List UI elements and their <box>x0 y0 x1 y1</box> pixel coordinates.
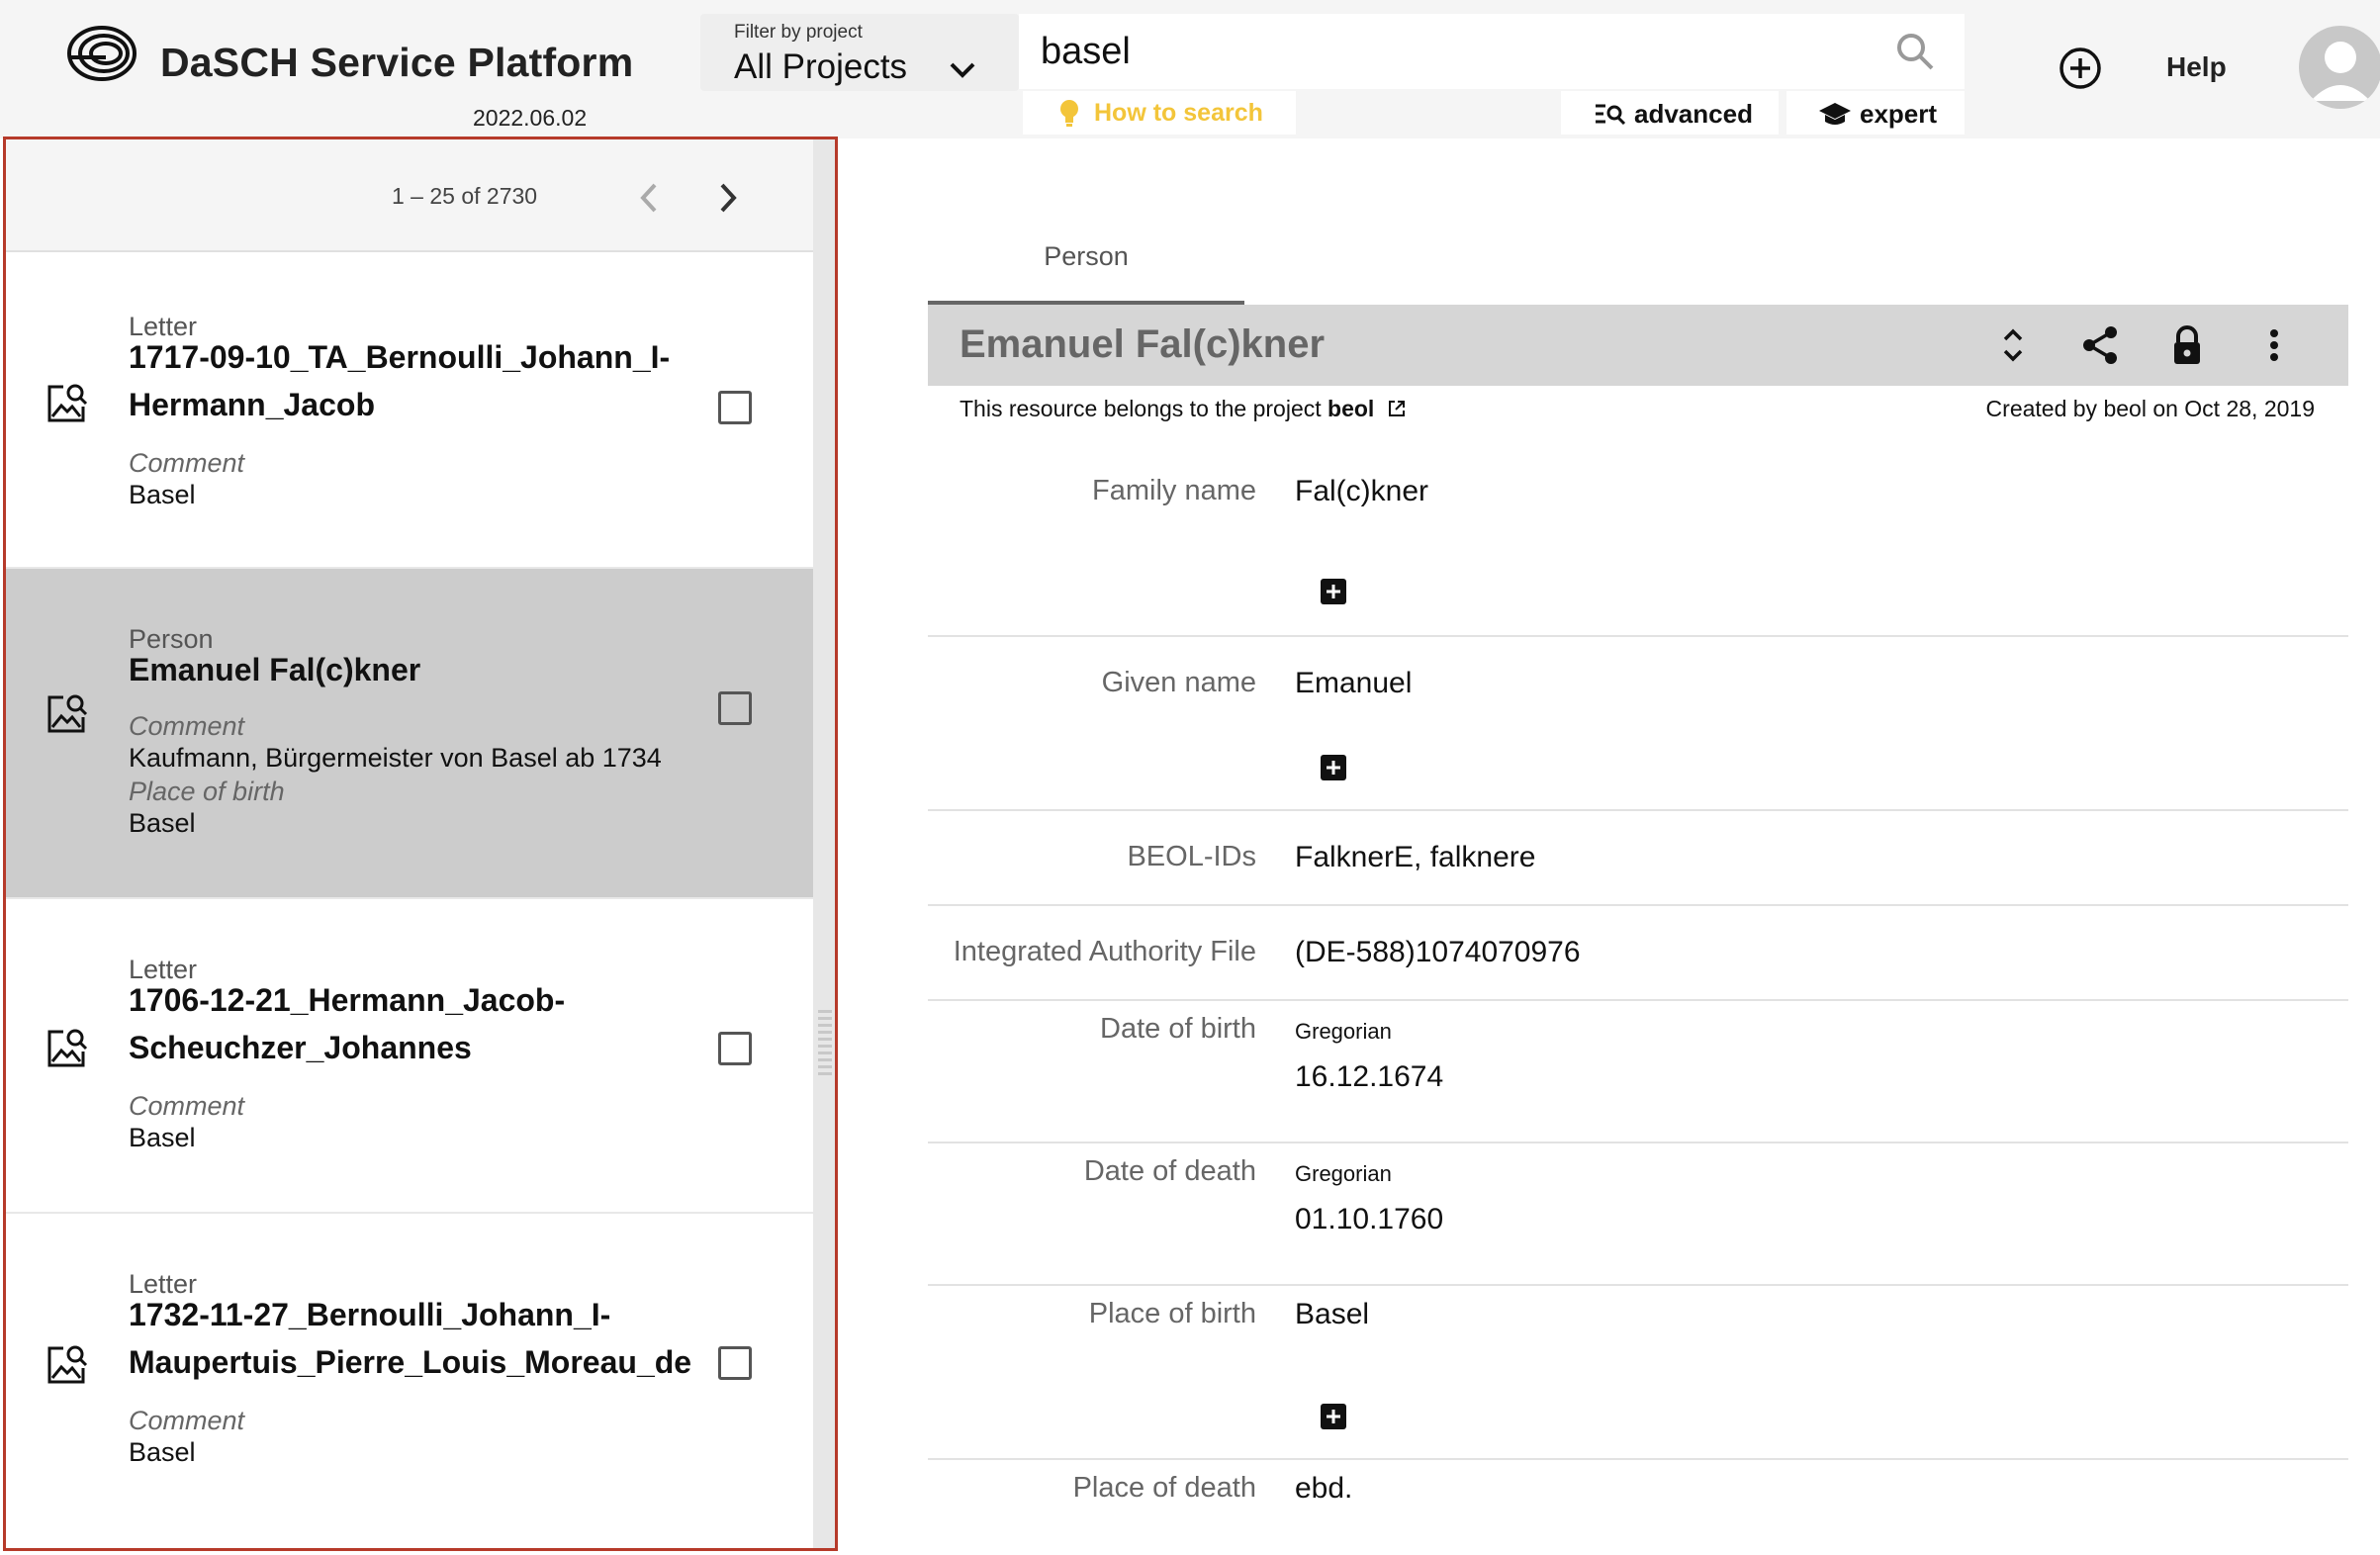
advanced-search-label: advanced <box>1634 99 1753 129</box>
result-field-label: Place of birth <box>129 777 285 806</box>
property-value[interactable]: Emanuel <box>1295 667 1412 700</box>
add-circle-icon[interactable] <box>2058 46 2103 91</box>
unfold-icon[interactable] <box>1990 322 2036 368</box>
result-field-value: Basel <box>129 1437 196 1467</box>
property-label: Date of death <box>1083 1155 1256 1187</box>
search-box <box>1019 14 1965 89</box>
property-given-name: Given name Emanuel <box>928 637 2348 811</box>
graduation-cap-icon <box>1819 103 1851 125</box>
share-icon[interactable] <box>2077 322 2123 368</box>
property-label: Place of death <box>1072 1472 1256 1504</box>
property-value[interactable]: 16.12.1674 <box>1295 1060 1443 1094</box>
help-link[interactable]: Help <box>2166 51 2227 83</box>
result-checkbox[interactable] <box>718 391 752 424</box>
property-label: Given name <box>1101 667 1256 698</box>
project-link[interactable]: beol <box>1327 396 1374 421</box>
property-date-of-birth: Date of birth Gregorian 16.12.1674 <box>928 1001 2348 1143</box>
resource-title: Emanuel Fal(c)kner <box>960 322 1326 366</box>
lightbulb-icon <box>1060 100 1078 127</box>
add-value-icon[interactable] <box>1320 754 1347 781</box>
calendar-label: Gregorian <box>1295 1019 1392 1044</box>
property-value[interactable]: Basel <box>1295 1298 1369 1331</box>
property-value[interactable]: ebd. <box>1295 1472 1352 1506</box>
advanced-search-button[interactable]: advanced <box>1561 91 1779 135</box>
result-item[interactable]: Letter 1717-09-10_TA_Bernoulli_Johann_I-… <box>6 254 815 569</box>
app-version: 2022.06.02 <box>473 105 588 131</box>
tab-person[interactable]: Person <box>928 220 1244 305</box>
property-value[interactable]: Fal(c)kner <box>1295 475 1428 508</box>
chevron-left-icon[interactable] <box>635 181 663 215</box>
tab-label: Person <box>1044 241 1129 271</box>
property-integrated-authority-file: Integrated Authority File (DE-588)107407… <box>928 906 2348 1001</box>
property-value[interactable]: FalknerE, falknere <box>1295 841 1535 874</box>
result-checkbox[interactable] <box>718 1032 752 1065</box>
property-label: BEOL-IDs <box>1127 841 1256 872</box>
result-field-label: Comment <box>129 1091 245 1121</box>
result-field-value: Basel <box>129 1123 196 1152</box>
property-family-name: Family name Fal(c)kner <box>928 441 2348 637</box>
add-value-icon[interactable] <box>1320 578 1347 605</box>
project-filter-label: Filter by project <box>734 22 863 43</box>
splitter-handle[interactable] <box>818 1010 832 1079</box>
property-value[interactable]: (DE-588)1074070976 <box>1295 936 1581 969</box>
result-title: 1732-11-27_Bernoulli_Johann_I-Maupertuis… <box>129 1297 692 1380</box>
resource-toolbar: Emanuel Fal(c)kner <box>928 305 2348 386</box>
result-item[interactable]: Person Emanuel Fal(c)kner Comment Kaufma… <box>6 569 815 899</box>
more-vert-icon[interactable] <box>2251 322 2297 368</box>
property-beol-ids: BEOL-IDs FalknerE, falknere <box>928 811 2348 906</box>
result-field-value: Kaufmann, Bürgermeister von Basel ab 173… <box>129 743 662 773</box>
pagination-range: 1 – 25 of 2730 <box>392 183 538 209</box>
property-label: Family name <box>1092 475 1256 506</box>
chevron-down-icon <box>950 62 975 78</box>
lock-icon[interactable] <box>2164 322 2210 368</box>
result-checkbox[interactable] <box>718 691 752 725</box>
project-filter-select[interactable]: Filter by project All Projects <box>700 14 1019 91</box>
result-title: 1717-09-10_TA_Bernoulli_Johann_I-Hermann… <box>129 339 671 422</box>
search-icon[interactable] <box>1893 30 1937 73</box>
advanced-search-icon <box>1596 104 1626 125</box>
resource-created-info: Created by beol on Oct 28, 2019 <box>1985 396 2315 421</box>
result-title: 1706-12-21_Hermann_Jacob-Scheuchzer_Joha… <box>129 982 566 1065</box>
open-in-new-icon[interactable] <box>1387 399 1407 418</box>
property-label: Date of birth <box>1100 1013 1256 1045</box>
chevron-right-icon[interactable] <box>714 181 742 215</box>
result-field-value: Basel <box>129 480 196 509</box>
add-value-icon[interactable] <box>1320 1403 1347 1430</box>
result-item[interactable]: Letter 1706-12-21_Hermann_Jacob-Scheuchz… <box>6 899 815 1214</box>
paginator: 1 – 25 of 2730 <box>6 139 815 252</box>
result-item[interactable]: Letter 1732-11-27_Bernoulli_Johann_I-Mau… <box>6 1214 815 1548</box>
resource-project-info: This resource belongs to the project beo… <box>960 396 1407 422</box>
image-search-icon <box>47 1029 88 1067</box>
expert-search-button[interactable]: expert <box>1786 91 1965 135</box>
dasch-logo-icon[interactable] <box>65 22 138 85</box>
results-list: 1 – 25 of 2730 Letter 1717-09-10_TA_Bern… <box>6 139 815 1548</box>
result-field-value: Basel <box>129 808 196 838</box>
result-field-label: Comment <box>129 1406 245 1435</box>
how-to-search-button[interactable]: How to search <box>1023 91 1296 135</box>
how-to-search-label: How to search <box>1094 99 1263 127</box>
project-filter-value: All Projects <box>734 47 908 86</box>
result-title: Emanuel Fal(c)kner <box>129 652 421 687</box>
image-search-icon <box>47 694 88 733</box>
property-place-of-death: Place of death ebd. <box>928 1460 2348 1549</box>
result-checkbox[interactable] <box>718 1346 752 1380</box>
brand-title[interactable]: DaSCH Service Platform <box>160 40 633 86</box>
property-label: Integrated Authority File <box>953 936 1256 967</box>
property-place-of-birth: Place of birth Basel <box>928 1286 2348 1460</box>
result-field-label: Comment <box>129 711 245 741</box>
result-field-label: Comment <box>129 448 245 478</box>
image-search-icon <box>47 1345 88 1384</box>
search-results-panel: 1 – 25 of 2730 Letter 1717-09-10_TA_Bern… <box>3 137 838 1551</box>
search-input[interactable] <box>1041 24 1852 79</box>
property-label: Place of birth <box>1088 1298 1256 1329</box>
calendar-label: Gregorian <box>1295 1161 1392 1186</box>
user-avatar-icon[interactable] <box>2299 26 2380 109</box>
project-prefix: This resource belongs to the project <box>960 396 1322 421</box>
property-date-of-death: Date of death Gregorian 01.10.1760 <box>928 1143 2348 1286</box>
image-search-icon <box>47 384 88 422</box>
splitter-bar[interactable] <box>813 139 835 1548</box>
expert-search-label: expert <box>1860 99 1938 129</box>
top-bar: DaSCH Service Platform 2022.06.02 Filter… <box>0 0 2380 138</box>
property-value[interactable]: 01.10.1760 <box>1295 1203 1443 1236</box>
